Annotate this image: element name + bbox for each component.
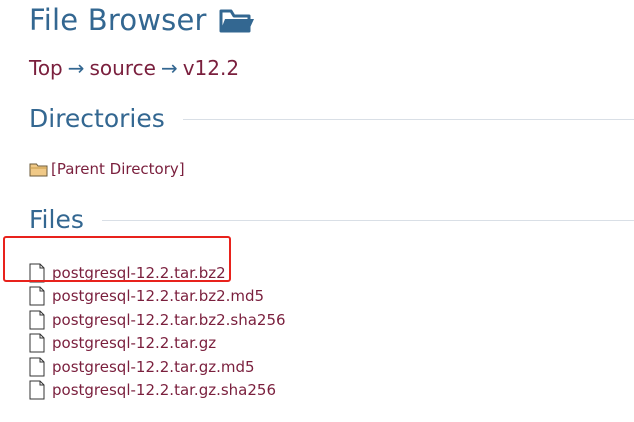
breadcrumb-separator: → (160, 56, 178, 80)
section-divider (182, 119, 634, 120)
title-row: File Browser (29, 0, 255, 40)
breadcrumb-source[interactable]: source (90, 56, 156, 80)
file-icon (29, 333, 45, 353)
parent-directory-row[interactable]: [Parent Directory] (29, 160, 185, 178)
breadcrumb-top[interactable]: Top (29, 56, 63, 80)
file-icon (29, 286, 45, 306)
file-link[interactable]: postgresql-12.2.tar.bz2 (52, 264, 226, 282)
files-heading: Files (29, 205, 634, 234)
file-icon (29, 263, 45, 283)
file-link[interactable]: postgresql-12.2.tar.gz (52, 334, 216, 352)
file-item[interactable]: postgresql-12.2.tar.gz (29, 332, 286, 356)
file-browser-page: File Browser Top → source → v12.2 Directorie… (0, 0, 634, 422)
file-link[interactable]: postgresql-12.2.tar.bz2.sha256 (52, 311, 286, 329)
file-icon (29, 310, 45, 330)
file-item[interactable]: postgresql-12.2.tar.bz2.sha256 (29, 308, 286, 332)
breadcrumb-separator: → (67, 56, 85, 80)
file-item[interactable]: postgresql-12.2.tar.gz.md5 (29, 355, 286, 379)
breadcrumb-current: v12.2 (182, 56, 240, 80)
file-item[interactable]: postgresql-12.2.tar.bz2 (29, 261, 286, 285)
files-heading-label: Files (29, 205, 84, 234)
folder-open-icon (219, 5, 255, 35)
file-link[interactable]: postgresql-12.2.tar.gz.sha256 (52, 381, 276, 399)
file-item[interactable]: postgresql-12.2.tar.bz2.md5 (29, 285, 286, 309)
file-icon (29, 380, 45, 400)
parent-directory-link[interactable]: [Parent Directory] (51, 160, 185, 178)
file-list: postgresql-12.2.tar.bz2 postgresql-12.2.… (29, 261, 286, 402)
file-link[interactable]: postgresql-12.2.tar.gz.md5 (52, 358, 255, 376)
page-title: File Browser (29, 3, 207, 37)
folder-icon (29, 161, 48, 177)
file-item[interactable]: postgresql-12.2.tar.gz.sha256 (29, 379, 286, 403)
breadcrumb: Top → source → v12.2 (29, 56, 239, 80)
section-divider (101, 220, 634, 221)
directories-heading: Directories (29, 104, 634, 133)
directories-heading-label: Directories (29, 104, 165, 133)
file-link[interactable]: postgresql-12.2.tar.bz2.md5 (52, 287, 264, 305)
file-icon (29, 357, 45, 377)
